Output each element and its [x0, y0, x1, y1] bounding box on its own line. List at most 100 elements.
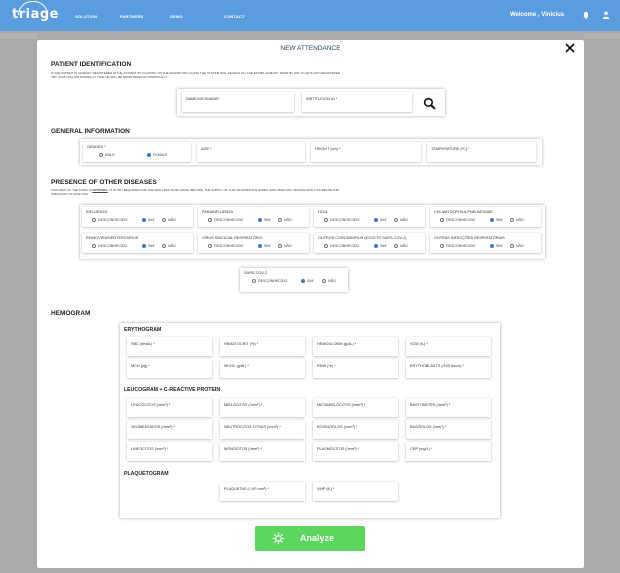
field-rdw[interactable]: RDW (%) * [313, 359, 398, 378]
nav-solution[interactable]: SOLUTION [75, 14, 97, 19]
bell-icon[interactable] [582, 11, 590, 19]
field-mchc[interactable]: MCHC (g/dL) * [220, 359, 305, 378]
radio-label: NÃO [284, 218, 292, 222]
radio-nao[interactable]: NÃO [510, 243, 524, 248]
institution-id-field[interactable]: INSTITUTION ID * [302, 92, 412, 112]
radio-sim[interactable]: SIM [374, 243, 386, 248]
search-icon[interactable] [423, 97, 436, 110]
radio-sim[interactable]: SIM [142, 217, 154, 222]
radio-nao[interactable]: NÃO [278, 217, 292, 222]
field-bastonetes[interactable]: BASTONETES (/mm³) * [406, 398, 491, 417]
field-eosinofilos[interactable]: EOSINÓFILOS (/mm³) * [313, 420, 398, 439]
analyze-button[interactable]: Analyze [255, 526, 365, 551]
field-rbc[interactable]: RBC (tera/L) * [127, 337, 212, 356]
nav-contact[interactable]: CONTACT [224, 14, 245, 19]
erythogram-heading: ERYTHOGRAM [124, 327, 162, 333]
radio-sim[interactable]: SIM [258, 217, 270, 222]
disease-influenza: INFLUENZA DESCONHECIDO SIM NÃO [82, 207, 193, 227]
radio-circle [278, 217, 282, 222]
field-hematocrit[interactable]: HEMATOCRIT (%) * [220, 337, 305, 356]
sars-cov-2-panel: SARS-COV-2 DESCONHECIDO SIM NÃO [240, 268, 348, 292]
radio-nao[interactable]: NÃO [162, 217, 176, 222]
radio-nao[interactable]: NÃO [322, 278, 336, 283]
nav-demo[interactable]: DEMO [170, 14, 183, 19]
patient-identification-note: IF THE PATIENT IS ALREADY REGISTERED IN … [51, 71, 340, 79]
disease-rhinovirus: RHINOVIRUS/ENTEROVIRUS DESCONHECIDO SIM NÃO [82, 233, 193, 253]
radio-nao[interactable]: NÃO [394, 243, 408, 248]
general-info-panel: GENDER * MALE FEMALE AGE * HEIGHT (cm) *… [80, 139, 542, 165]
field-label: LINFÓCITOS (/mm³) * [131, 447, 169, 451]
disease-label: H1N1 [318, 210, 328, 214]
radio-sim[interactable]: SIM [490, 243, 502, 248]
age-field[interactable]: AGE * [197, 142, 305, 162]
field-label: PLAQUETAS (/ 10³ mm³) * [224, 487, 269, 491]
diseases-note: THIS PART OF THE FORM IS OPTIONAL, IT IS… [51, 188, 341, 196]
diseases-heading: PRESENCE OF OTHER DISEASES [51, 179, 157, 186]
radio-label: DESCONHECIDO [98, 244, 128, 248]
radio-desconhecido[interactable]: DESCONHECIDO [92, 243, 128, 248]
diseases-note-optional: OPTIONAL [92, 188, 108, 192]
field-segmentados[interactable]: SEGMENTADOS (/mm³) * [127, 420, 212, 439]
field-mch[interactable]: MCH (pg) * [127, 359, 212, 378]
field-erythoblasts[interactable]: ERYTHOBLASTS (/100 leuco) * [406, 359, 491, 378]
radio-sim[interactable]: SIM [490, 217, 503, 222]
field-monocitos[interactable]: MONÓCITOS (/mm³) * [220, 442, 305, 461]
radio-circle [99, 152, 103, 157]
field-hemoglobin[interactable]: HEMOGLOBIN (g/dL) * [313, 337, 398, 356]
welcome-text: Welcome , Vinicius [510, 12, 565, 18]
height-field[interactable]: HEIGHT (cm) * [311, 142, 421, 162]
gender-female-radio[interactable]: FEMALE [147, 152, 167, 157]
radio-sim[interactable]: SIM [374, 217, 386, 222]
gear-icon [272, 532, 285, 545]
radio-circle [92, 217, 96, 222]
name-field[interactable]: NAME/NICKNAME* [182, 92, 294, 112]
radio-circle [162, 243, 166, 248]
field-crp[interactable]: CRP (mg/L) * [406, 442, 491, 461]
radio-desconhecido[interactable]: DESCONHECIDO [208, 243, 243, 248]
radio-desconhecido[interactable]: DESCONHECIDO [440, 243, 475, 248]
field-plasmocitos[interactable]: PLASMÓCITOS (/mm³) * [313, 442, 398, 461]
gender-male-radio[interactable]: MALE [99, 152, 115, 157]
background-card [0, 33, 37, 39]
field-neutrocitos[interactable]: NEUTRÓCITOS TOTAIS (/mm³) * [220, 420, 305, 439]
radio-desconhecido[interactable]: DESCONHECIDO [92, 217, 127, 222]
radio-circle [322, 278, 326, 283]
radio-desconhecido[interactable]: DESCONHECIDO [324, 243, 360, 248]
radio-label: DESCONHECIDO [258, 279, 288, 283]
field-basofilos[interactable]: BASÓFILOS (/mm³) * [406, 420, 491, 439]
radio-desconhecido[interactable]: DESCONHECIDO [324, 217, 359, 222]
user-icon[interactable] [602, 11, 610, 19]
field-vmp[interactable]: VMP (fL) * [313, 482, 398, 501]
radio-nao[interactable]: NÃO [394, 217, 408, 222]
triage-logo[interactable]: triage [10, 1, 58, 29]
close-icon[interactable] [564, 42, 576, 54]
radio-sim[interactable]: SIM [301, 278, 313, 283]
radio-desconhecido[interactable]: DESCONHECIDO [440, 217, 475, 222]
field-linfocitos[interactable]: LINFÓCITOS (/mm³) * [127, 442, 212, 461]
radio-desconhecido[interactable]: DESCONHECIDO [252, 278, 288, 283]
radio-label: SIM [496, 218, 503, 222]
field-label: RBC (tera/L) * [131, 342, 155, 346]
field-plaquetas[interactable]: PLAQUETAS (/ 10³ mm³) * [220, 482, 305, 501]
radio-sim[interactable]: SIM [258, 243, 270, 248]
radio-nao[interactable]: NÃO [510, 217, 524, 222]
radio-circle [324, 217, 328, 222]
field-mielocitos[interactable]: MIELÓCITOS (/mm³) * [220, 398, 305, 417]
radio-nao[interactable]: NÃO [278, 243, 292, 248]
radio-desconhecido[interactable]: DESCONHECIDO [208, 217, 243, 222]
radio-label: SIM [148, 244, 155, 248]
radio-sim[interactable]: SIM [142, 243, 155, 248]
radio-nao[interactable]: NÃO [162, 243, 176, 248]
field-leucocitos[interactable]: LEUCÓCITOS (/mm³) * [127, 398, 212, 417]
age-label: AGE * [201, 147, 212, 151]
field-vcm[interactable]: VCM (fL) * [406, 337, 491, 356]
radio-circle [258, 217, 262, 222]
radio-label: DESCONHECIDO [330, 244, 360, 248]
patient-identification-heading: PATIENT IDENTIFICATION [51, 61, 132, 68]
radio-label: NÃO [516, 218, 524, 222]
disease-label: INFLUENZA [86, 210, 108, 214]
nav-partners[interactable]: PARTNERS [120, 14, 143, 19]
field-metamielocitos[interactable]: METAMIELÓCITOS (/mm³) * [313, 398, 398, 417]
radio-label: NÃO [168, 218, 176, 222]
temperature-field[interactable]: TEMPERATURE (ºC) * [427, 142, 536, 162]
